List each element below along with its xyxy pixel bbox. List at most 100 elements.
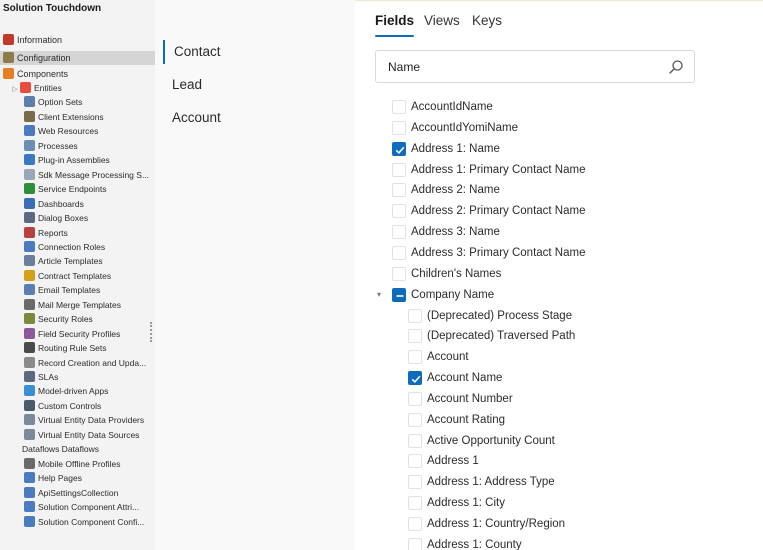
tree-item-label: Reports [38,227,68,238]
tree-item[interactable]: Routing Rule Sets [0,341,155,355]
information-icon [3,34,14,45]
field-label: Children's Names [411,267,502,280]
search-icon[interactable] [668,59,684,75]
tree-item-label: Mobile Offline Profiles [38,458,121,469]
tree-item-label: Sdk Message Processing S... [38,169,150,180]
tree-item[interactable]: Help Pages [0,471,155,485]
field-checkbox[interactable] [408,433,422,448]
tab-keys[interactable]: Keys [472,13,502,35]
field-checkbox[interactable] [392,245,406,260]
field-checkbox[interactable] [408,412,422,427]
tree-item[interactable]: Connection Roles [0,240,155,254]
field-checkbox[interactable] [408,329,422,344]
tree-item[interactable]: Mobile Offline Profiles [0,457,155,471]
field-checkbox[interactable] [392,266,406,281]
splitter-handle[interactable] [150,322,152,342]
tree-item-label: Routing Rule Sets [38,343,107,354]
tab-fields[interactable]: Fields [375,13,415,37]
tree-item[interactable]: Dialog Boxes [0,211,155,225]
field-label: Active Opportunity Count [427,434,555,447]
tree-item-label: Entities [34,83,62,93]
field-label: (Deprecated) Process Stage [427,309,573,322]
entity-item-contact[interactable]: Contact [163,40,343,64]
tree-item[interactable]: Article Templates [0,254,155,268]
tree-item[interactable]: Option Sets [0,95,155,109]
search-input[interactable] [388,60,658,74]
field-checkbox[interactable] [408,391,422,406]
tree-item-label: ApiSettingsCollection [38,487,119,498]
tree-item[interactable]: Processes [0,139,155,153]
tree-item[interactable]: ▷ Entities [0,81,155,95]
tree-item-label: Web Resources [38,126,99,137]
expand-arrow-icon[interactable]: ▷ [10,83,20,95]
field-checkbox[interactable] [408,371,422,386]
tab-views[interactable]: Views [424,13,460,35]
field-label: Address 2: Primary Contact Name [411,205,586,218]
field-label: Company Name [411,288,495,301]
field-label: Address 2: Name [411,184,500,197]
tree-item[interactable]: ApiSettingsCollection [0,486,155,500]
components-icon [3,68,14,79]
field-checkbox[interactable] [392,100,406,114]
tree-item[interactable]: Virtual Entity Data Sources [0,428,155,442]
web-resources-icon [24,125,35,137]
tree-item[interactable]: Information [0,33,155,47]
field-checkbox[interactable] [392,287,406,302]
field-checkbox[interactable] [392,183,406,198]
tree-item[interactable]: Custom Controls [0,399,155,413]
tree-item-label: Dashboards [38,198,84,209]
mobile-offline-icon [24,457,35,469]
tree-item[interactable]: Solution Component Attri... [0,500,155,514]
entity-item-account[interactable]: Account [163,106,343,130]
tree-item[interactable]: Sdk Message Processing S... [0,168,155,182]
api-settings-icon [24,486,35,498]
tree-item[interactable]: Plug-in Assemblies [0,153,155,167]
tree-item-label: Security Roles [38,314,93,325]
tree-item-label: Dataflows Dataflows [22,444,100,455]
tree-item-label: Help Pages [38,473,82,484]
tree-item[interactable]: Record Creation and Upda... [0,356,155,370]
field-label: Address 1: Address Type [427,476,555,489]
tree-item[interactable]: Dashboards [0,197,155,211]
field-checkbox[interactable] [392,162,406,177]
field-checkbox[interactable] [392,204,406,219]
tree-item[interactable]: Security Roles [0,312,155,326]
field-checkbox[interactable] [408,454,422,469]
help-pages-icon [24,472,35,484]
tree-item[interactable]: Field Security Profiles [0,327,155,341]
tree-item[interactable]: Mail Merge Templates [0,298,155,312]
tree-item[interactable]: Model-driven Apps [0,384,155,398]
tree-item-label: Virtual Entity Data Sources [38,429,140,440]
tree-item-label: Solution Component Confi... [38,516,145,527]
tree-item[interactable]: SLAs [0,370,155,384]
tree-item[interactable]: Dataflows Dataflows [0,442,155,456]
search-box[interactable] [375,50,695,83]
field-checkbox[interactable] [408,496,422,511]
field-label: AccountIdYomiName [411,121,518,134]
field-checkbox[interactable] [392,120,406,135]
field-checkbox[interactable] [408,350,422,365]
field-checkbox[interactable] [392,141,406,156]
tree-item[interactable]: Components [0,67,155,81]
field-checkbox[interactable] [392,225,406,240]
collapse-arrow-icon[interactable]: ▾ [377,285,381,305]
tree-item[interactable]: Client Extensions [0,110,155,124]
tree-item-label: SLAs [38,372,59,382]
tree-item[interactable]: Reports [0,226,155,240]
field-label: Address 1 [427,455,479,468]
field-checkbox[interactable] [408,308,422,323]
tree-item[interactable]: Email Templates [0,283,155,297]
field-checkbox[interactable] [408,475,422,490]
tree-item[interactable]: Web Resources [0,124,155,138]
tree-item[interactable]: Contract Templates [0,269,155,283]
tree-item-label: Plug-in Assemblies [38,155,110,166]
field-checkbox[interactable] [408,517,422,531]
tree-item[interactable]: Configuration [0,51,155,65]
field-label: Address 1: County [427,538,522,550]
tree-item[interactable]: Solution Component Confi... [0,515,155,529]
entity-list: Contact Lead Account [155,0,355,550]
field-checkbox[interactable] [408,537,422,550]
entity-item-lead[interactable]: Lead [163,73,343,97]
tree-item[interactable]: Virtual Entity Data Providers [0,413,155,427]
tree-item[interactable]: Service Endpoints [0,182,155,196]
